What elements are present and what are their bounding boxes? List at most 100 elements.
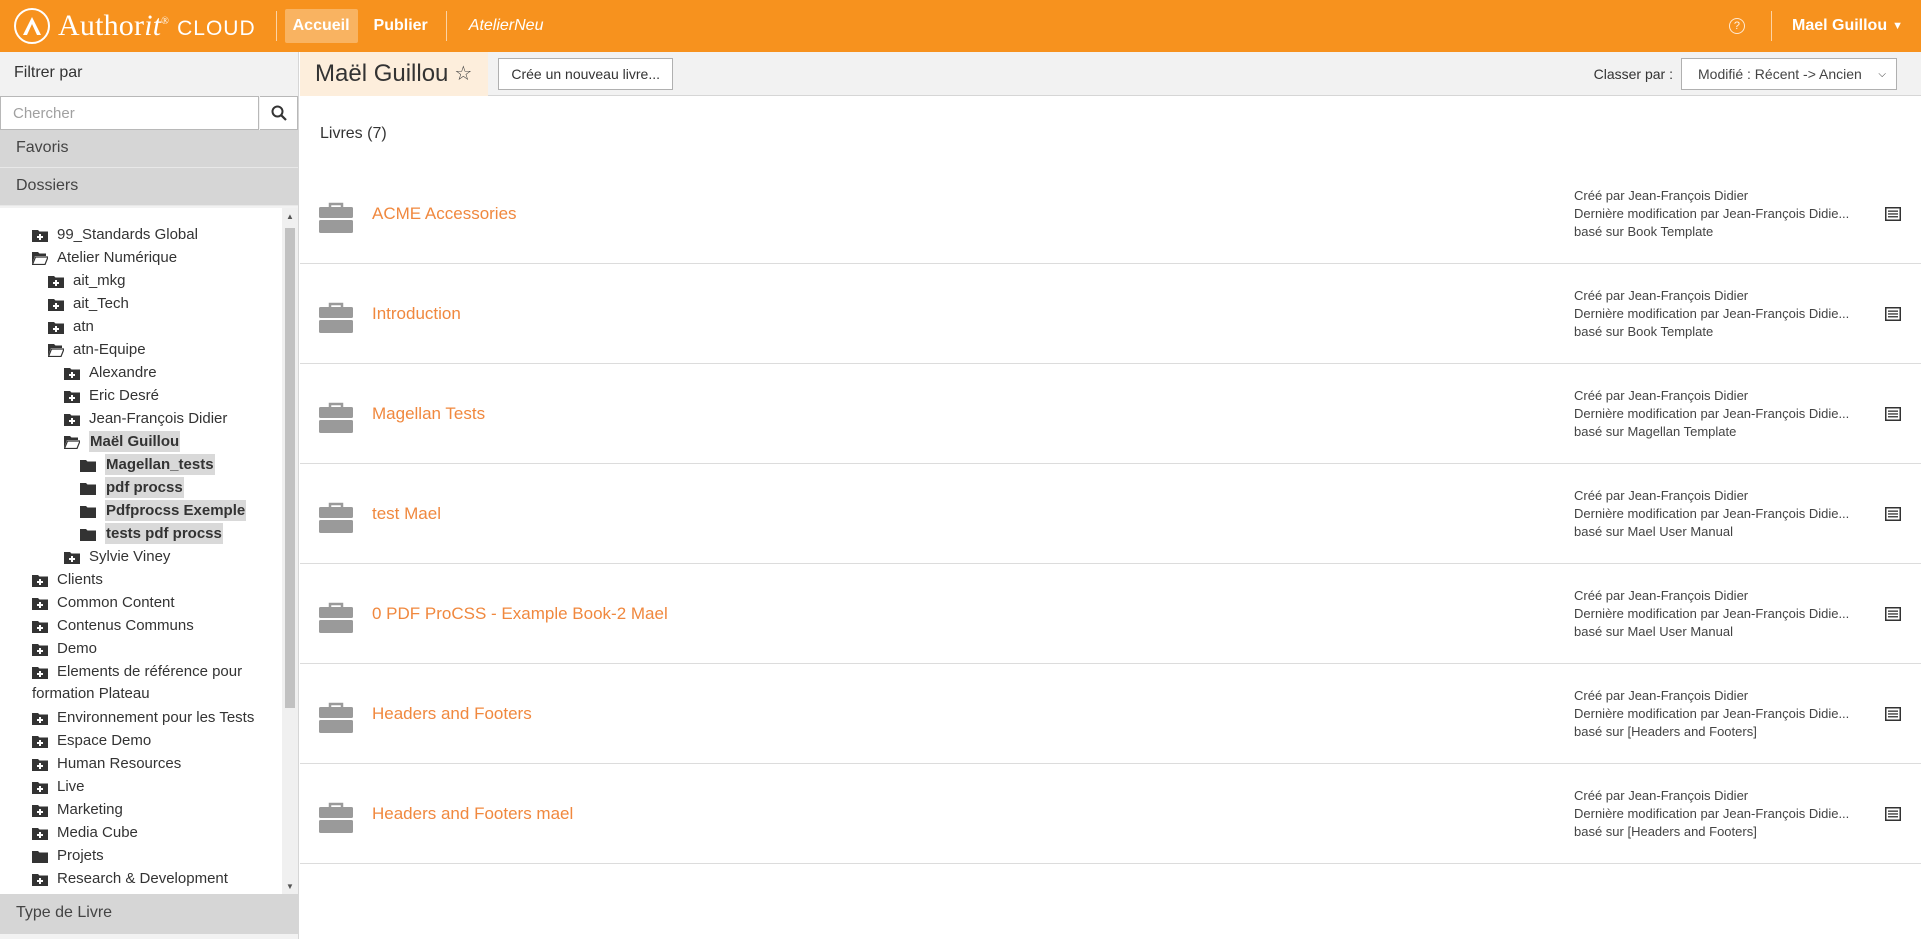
- tree-folder-label[interactable]: Contenus Communs: [57, 615, 194, 636]
- scroll-thumb[interactable]: [285, 228, 295, 708]
- tree-folder-label[interactable]: Projets: [57, 845, 104, 866]
- list-menu-icon[interactable]: [1885, 607, 1901, 621]
- tree-folder-item[interactable]: pdf procss: [0, 477, 280, 500]
- list-menu-icon[interactable]: [1885, 507, 1901, 521]
- tree-folder-label[interactable]: Magellan_tests: [105, 454, 215, 475]
- scroll-down-arrow-icon[interactable]: ▼: [282, 878, 298, 894]
- tree-folder-item[interactable]: Eric Desré: [0, 385, 280, 408]
- tree-folder-item[interactable]: Media Cube: [0, 822, 280, 845]
- book-row[interactable]: Introduction Créé par Jean-François Didie…: [300, 264, 1921, 364]
- folder-plus-icon[interactable]: [32, 710, 48, 725]
- tree-folder-item[interactable]: atn-Equipe: [0, 339, 280, 362]
- tree-folder-label[interactable]: ait_Tech: [73, 293, 129, 314]
- question-circle-icon[interactable]: ?: [1728, 18, 1745, 34]
- folder-plus-icon[interactable]: [48, 273, 64, 288]
- tree-folder-label[interactable]: Jean-François Didier: [89, 408, 227, 429]
- tree-folder-item[interactable]: Jean-François Didier: [0, 408, 280, 431]
- tree-folder-label[interactable]: Media Cube: [57, 822, 138, 843]
- tree-folder-item[interactable]: Atelier Numérique: [0, 247, 280, 270]
- nav-accueil[interactable]: Accueil: [284, 9, 358, 43]
- tree-folder-label[interactable]: ait_mkg: [73, 270, 126, 291]
- list-menu-icon[interactable]: [1885, 807, 1901, 821]
- folder-plus-icon[interactable]: [32, 733, 48, 748]
- tree-folder-item[interactable]: Maël Guillou: [0, 431, 280, 454]
- tree-folder-label[interactable]: atn: [73, 316, 94, 337]
- list-menu-icon[interactable]: [1885, 307, 1901, 321]
- tree-folder-item[interactable]: ait_Tech: [0, 293, 280, 316]
- tree-folder-item[interactable]: Projets: [0, 845, 280, 868]
- folder-plus-icon[interactable]: [32, 572, 48, 587]
- folder-plus-icon[interactable]: [32, 618, 48, 633]
- tree-folder-label[interactable]: Clients: [57, 569, 103, 590]
- tree-scrollbar[interactable]: ▲ ▼: [282, 208, 298, 894]
- book-title-link[interactable]: 0 PDF ProCSS - Example Book-2 Mael: [372, 604, 668, 624]
- tree-folder-label[interactable]: Atelier Numérique: [57, 247, 177, 268]
- book-title-link[interactable]: Magellan Tests: [372, 404, 485, 424]
- tree-folder-item[interactable]: Marketing: [0, 799, 280, 822]
- folder-open-icon[interactable]: [63, 434, 81, 450]
- tree-folder-label[interactable]: Common Content: [57, 592, 175, 613]
- book-row[interactable]: Magellan Tests Créé par Jean-François Did…: [300, 364, 1921, 464]
- folder-icon[interactable]: [32, 848, 48, 863]
- user-menu[interactable]: Mael Guillou ▼: [1792, 17, 1903, 35]
- folder-plus-icon[interactable]: [32, 802, 48, 817]
- scroll-up-arrow-icon[interactable]: ▲: [282, 208, 298, 224]
- star-outline-icon[interactable]: ☆: [454, 61, 472, 86]
- tree-folder-label[interactable]: Environnement pour les Tests: [57, 707, 254, 728]
- book-row[interactable]: ACME Accessories Créé par Jean-François D…: [300, 164, 1921, 264]
- folder-plus-icon[interactable]: [64, 411, 80, 426]
- tree-folder-label[interactable]: tests pdf procss: [105, 523, 223, 544]
- tree-folder-item[interactable]: Alexandre: [0, 362, 280, 385]
- tree-folder-item[interactable]: tests pdf procss: [0, 523, 280, 546]
- new-book-button[interactable]: Crée un nouveau livre...: [498, 57, 673, 90]
- tree-folder-label[interactable]: Espace Demo: [57, 730, 151, 751]
- folder-plus-icon[interactable]: [32, 227, 48, 242]
- folder-plus-icon[interactable]: [64, 549, 80, 564]
- section-dossiers[interactable]: Dossiers: [0, 168, 298, 206]
- tree-folder-item[interactable]: Contenus Communs: [0, 615, 280, 638]
- book-row[interactable]: test Mael Créé par Jean-François Didier De…: [300, 464, 1921, 564]
- tree-folder-item[interactable]: Sylvie Viney: [0, 546, 280, 569]
- folder-open-icon[interactable]: [47, 342, 65, 358]
- tree-folder-label[interactable]: Maël Guillou: [89, 431, 181, 452]
- tree-folder-item[interactable]: 99_Standards Global: [0, 224, 280, 247]
- book-row[interactable]: Headers and Footers Créé par Jean-Françoi…: [300, 664, 1921, 764]
- tree-folder-label[interactable]: 99_Standards Global: [57, 224, 198, 245]
- tree-folder-label[interactable]: Live: [57, 776, 85, 797]
- book-title-link[interactable]: ACME Accessories: [372, 204, 517, 224]
- folder-icon[interactable]: [80, 480, 96, 495]
- tree-folder-label[interactable]: Elements de référence pour formation Pla…: [32, 663, 242, 702]
- tree-folder-item[interactable]: Pdfprocss Exemple: [0, 500, 280, 523]
- nav-atelierneu[interactable]: AtelierNeu: [461, 9, 552, 43]
- tree-folder-label[interactable]: Pdfprocss Exemple: [105, 500, 247, 521]
- folder-icon[interactable]: [80, 503, 96, 518]
- folder-plus-icon[interactable]: [32, 871, 48, 886]
- tree-folder-label[interactable]: Sylvie Viney: [89, 546, 170, 567]
- tree-folder-label[interactable]: Marketing: [57, 799, 123, 820]
- folder-plus-icon[interactable]: [32, 756, 48, 771]
- tree-folder-item[interactable]: Common Content: [0, 592, 280, 615]
- tree-folder-label[interactable]: pdf procss: [105, 477, 184, 498]
- book-row[interactable]: 0 PDF ProCSS - Example Book-2 Mael Créé p…: [300, 564, 1921, 664]
- folder-plus-icon[interactable]: [32, 779, 48, 794]
- tree-folder-item[interactable]: Clients: [0, 569, 280, 592]
- tree-folder-item[interactable]: atn: [0, 316, 280, 339]
- tree-folder-label[interactable]: Demo: [57, 638, 97, 659]
- tree-folder-item[interactable]: Demo: [0, 638, 280, 661]
- tree-folder-item[interactable]: ait_mkg: [0, 270, 280, 293]
- list-menu-icon[interactable]: [1885, 207, 1901, 221]
- tree-folder-label[interactable]: Eric Desré: [89, 385, 159, 406]
- book-row[interactable]: Headers and Footers mael Créé par Jean-Fr…: [300, 764, 1921, 864]
- folder-plus-icon[interactable]: [32, 825, 48, 840]
- folder-plus-icon[interactable]: [32, 595, 48, 610]
- tree-folder-item[interactable]: Environnement pour les Tests: [0, 707, 280, 730]
- tree-folder-item[interactable]: Human Resources: [0, 753, 280, 776]
- sort-select[interactable]: Modifié : Récent -> Ancien ⌵: [1681, 58, 1897, 90]
- search-button[interactable]: [260, 96, 298, 130]
- list-menu-icon[interactable]: [1885, 707, 1901, 721]
- folder-plus-icon[interactable]: [64, 365, 80, 380]
- folder-icon[interactable]: [80, 526, 96, 541]
- tree-folder-item[interactable]: Magellan_tests: [0, 454, 280, 477]
- folder-open-icon[interactable]: [31, 250, 49, 266]
- book-title-link[interactable]: Introduction: [372, 304, 461, 324]
